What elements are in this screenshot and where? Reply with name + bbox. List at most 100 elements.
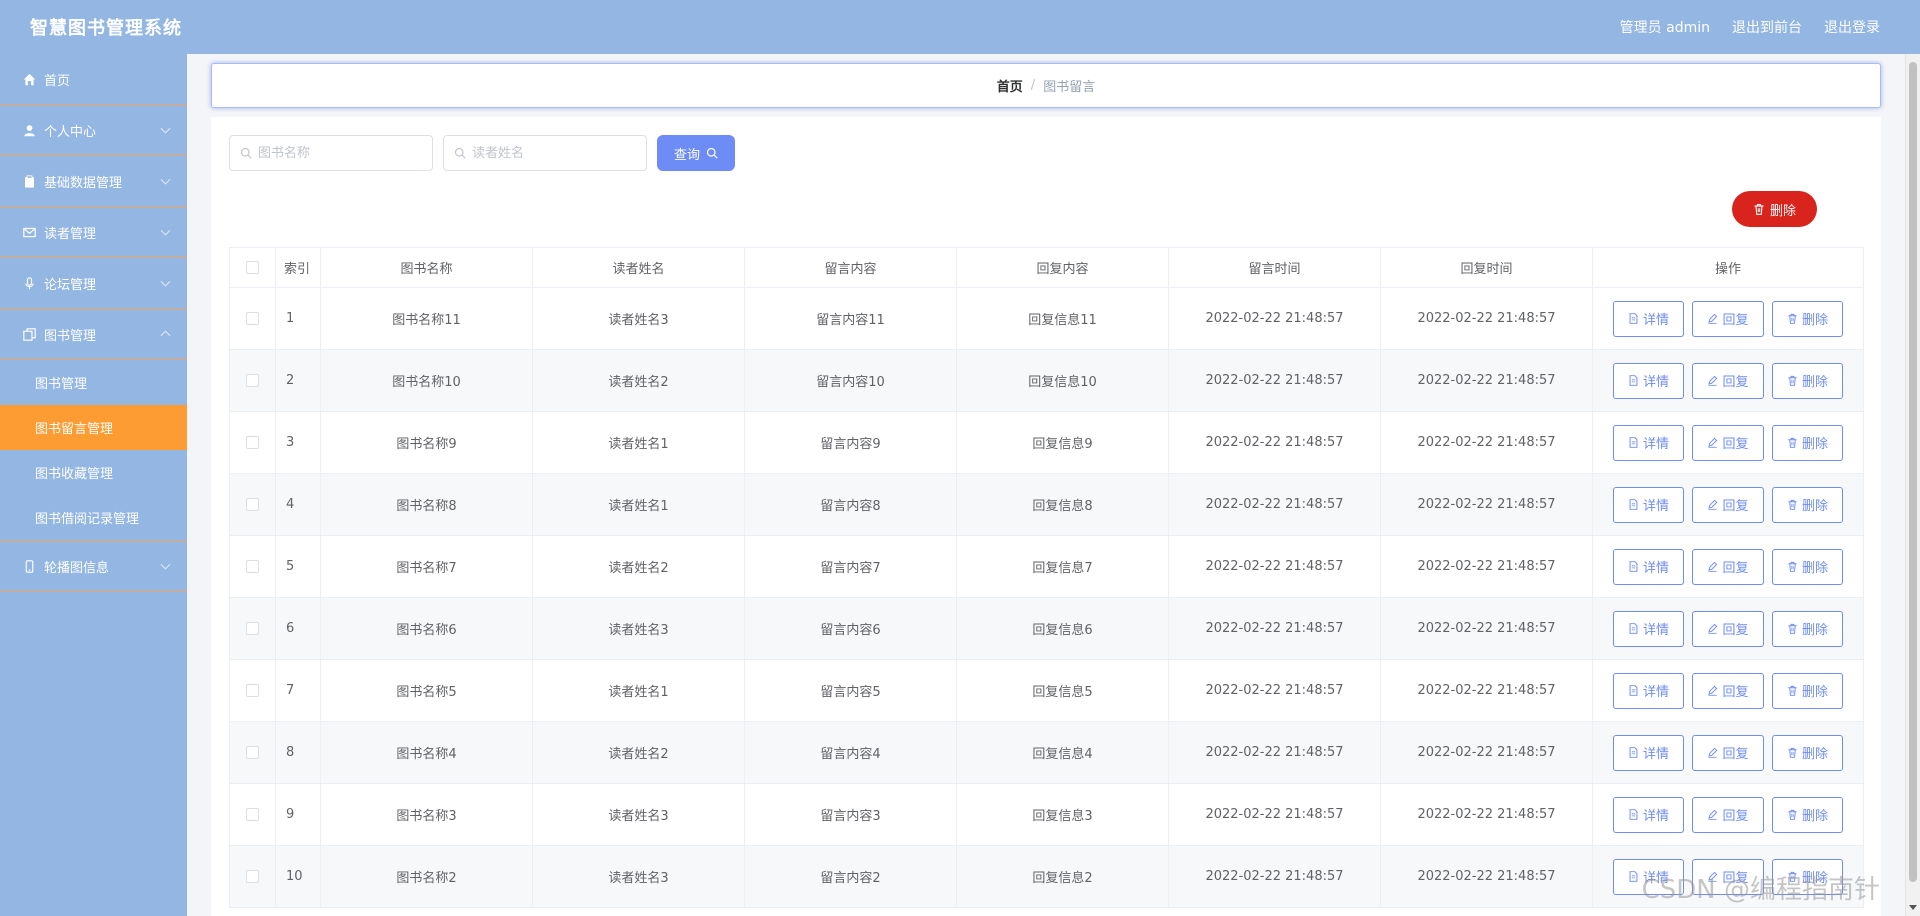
trash-icon xyxy=(1788,375,1797,386)
cell-reply-time: 2022-02-22 21:48:57 xyxy=(1380,597,1593,660)
reply-button[interactable]: 回复 xyxy=(1692,734,1764,771)
row-select-cell[interactable] xyxy=(229,721,276,784)
breadcrumb-home[interactable]: 首页 xyxy=(997,76,1023,95)
cell-reader-name: 读者姓名2 xyxy=(532,721,745,784)
submenu-item-book-management[interactable]: 图书管理 xyxy=(0,360,187,405)
row-checkbox[interactable] xyxy=(246,312,259,325)
row-select-cell[interactable] xyxy=(229,287,276,350)
reply-button[interactable]: 回复 xyxy=(1692,548,1764,585)
delete-button[interactable]: 删除 xyxy=(1772,300,1843,337)
book-name-input[interactable] xyxy=(258,145,428,161)
reader-name-input[interactable] xyxy=(472,145,642,161)
book-name-search[interactable] xyxy=(229,135,433,171)
row-select-cell[interactable] xyxy=(229,535,276,598)
cell-message: 留言内容6 xyxy=(744,597,957,660)
detail-button[interactable]: 详情 xyxy=(1613,610,1684,647)
detail-button[interactable]: 详情 xyxy=(1613,300,1684,337)
table-header-row: 索引 图书名称 读者姓名 留言内容 回复内容 留言时间 回复时间 操作 xyxy=(229,247,1864,288)
cell-actions: 详情 回复 删除 xyxy=(1592,659,1864,722)
edit-icon xyxy=(1708,437,1718,448)
detail-label: 详情 xyxy=(1642,561,1669,576)
row-checkbox[interactable] xyxy=(246,436,259,449)
row-select-cell[interactable] xyxy=(229,411,276,474)
delete-button[interactable]: 删除 xyxy=(1772,796,1843,833)
delete-button[interactable]: 删除 xyxy=(1772,734,1843,771)
delete-button[interactable]: 删除 xyxy=(1772,672,1843,709)
select-all-checkbox[interactable] xyxy=(246,261,259,274)
cell-message-time: 2022-02-22 21:48:57 xyxy=(1168,287,1381,350)
detail-label: 详情 xyxy=(1642,747,1669,762)
bulk-delete-button[interactable]: 删除 xyxy=(1732,191,1817,227)
submenu-item-borrow-records[interactable]: 图书借阅记录管理 xyxy=(0,495,187,540)
row-select-cell[interactable] xyxy=(229,349,276,412)
row-checkbox[interactable] xyxy=(246,808,259,821)
trash-icon xyxy=(1788,313,1797,324)
row-checkbox[interactable] xyxy=(246,684,259,697)
detail-button[interactable]: 详情 xyxy=(1613,486,1684,523)
trash-icon xyxy=(1754,203,1764,215)
admin-label[interactable]: 管理员 admin xyxy=(1620,17,1710,37)
reply-button[interactable]: 回复 xyxy=(1692,300,1764,337)
cell-index: 7 xyxy=(275,659,321,722)
row-checkbox[interactable] xyxy=(246,870,259,883)
table-row: 5 图书名称7 读者姓名2 留言内容7 回复信息7 2022-02-22 21:48:57… xyxy=(229,535,1864,598)
detail-label: 详情 xyxy=(1642,685,1669,700)
reply-button[interactable]: 回复 xyxy=(1692,672,1764,709)
row-checkbox[interactable] xyxy=(246,746,259,759)
sidebar-item-readers[interactable]: 读者管理 xyxy=(0,207,187,258)
table-row: 8 图书名称4 读者姓名2 留言内容4 回复信息4 2022-02-22 21:48:57… xyxy=(229,721,1864,784)
delete-label: 删除 xyxy=(1801,499,1828,514)
delete-button[interactable]: 删除 xyxy=(1772,362,1843,399)
clipboard-icon xyxy=(22,174,36,188)
logout-link[interactable]: 退出登录 xyxy=(1824,17,1880,37)
edit-icon xyxy=(1708,747,1718,758)
row-checkbox[interactable] xyxy=(246,622,259,635)
cell-reply: 回复信息2 xyxy=(956,845,1169,908)
row-select-cell[interactable] xyxy=(229,597,276,660)
sidebar-item-personal-center[interactable]: 个人中心 xyxy=(0,105,187,156)
detail-button[interactable]: 详情 xyxy=(1613,672,1684,709)
breadcrumb-current: 图书留言 xyxy=(1043,80,1096,95)
cell-book-name: 图书名称9 xyxy=(320,411,533,474)
query-button[interactable]: 查询 xyxy=(657,135,735,171)
delete-button[interactable]: 删除 xyxy=(1772,486,1843,523)
sidebar-item-carousel[interactable]: 轮播图信息 xyxy=(0,541,187,592)
row-checkbox[interactable] xyxy=(246,374,259,387)
sidebar-item-home[interactable]: 首页 xyxy=(0,54,187,105)
row-select-cell[interactable] xyxy=(229,783,276,846)
select-all-cell[interactable] xyxy=(229,247,276,288)
scroll-down-arrow-icon[interactable] xyxy=(1909,905,1917,910)
reply-button[interactable]: 回复 xyxy=(1692,486,1764,523)
row-select-cell[interactable] xyxy=(229,659,276,722)
sidebar-item-basic-data[interactable]: 基础数据管理 xyxy=(0,156,187,207)
detail-button[interactable]: 详情 xyxy=(1613,548,1684,585)
submenu-item-book-favorites[interactable]: 图书收藏管理 xyxy=(0,450,187,495)
row-checkbox[interactable] xyxy=(246,560,259,573)
detail-button[interactable]: 详情 xyxy=(1613,424,1684,461)
delete-button[interactable]: 删除 xyxy=(1772,548,1843,585)
reply-label: 回复 xyxy=(1722,437,1749,452)
delete-button[interactable]: 删除 xyxy=(1772,424,1843,461)
reply-button[interactable]: 回复 xyxy=(1692,796,1764,833)
detail-button[interactable]: 详情 xyxy=(1613,796,1684,833)
exit-to-front-link[interactable]: 退出到前台 xyxy=(1732,17,1802,37)
detail-button[interactable]: 详情 xyxy=(1613,734,1684,771)
delete-label: 删除 xyxy=(1801,375,1828,390)
row-select-cell[interactable] xyxy=(229,845,276,908)
sidebar-item-forum[interactable]: 论坛管理 xyxy=(0,258,187,309)
reply-label: 回复 xyxy=(1722,561,1749,576)
scrollbar-thumb[interactable] xyxy=(1909,62,1917,882)
reply-button[interactable]: 回复 xyxy=(1692,424,1764,461)
reader-name-search[interactable] xyxy=(443,135,647,171)
row-select-cell[interactable] xyxy=(229,473,276,536)
delete-button[interactable]: 删除 xyxy=(1772,610,1843,647)
sidebar-item-books[interactable]: 图书管理 xyxy=(0,309,187,360)
submenu-item-book-messages[interactable]: 图书留言管理 xyxy=(0,405,187,450)
reply-button[interactable]: 回复 xyxy=(1692,610,1764,647)
reply-button[interactable]: 回复 xyxy=(1692,362,1764,399)
detail-button[interactable]: 详情 xyxy=(1613,362,1684,399)
page-scrollbar[interactable] xyxy=(1905,54,1920,916)
column-header-reply: 回复内容 xyxy=(956,247,1169,288)
cell-actions: 详情 回复 删除 xyxy=(1592,535,1864,598)
row-checkbox[interactable] xyxy=(246,498,259,511)
